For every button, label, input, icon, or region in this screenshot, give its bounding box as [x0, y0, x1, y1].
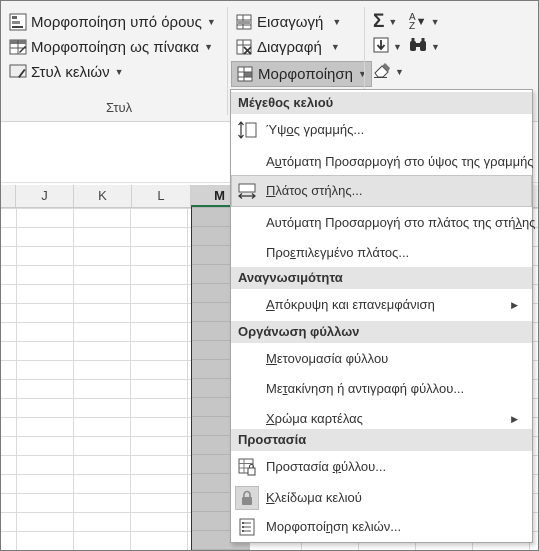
conditional-formatting-button[interactable]: Μορφοποίηση υπό όρους ▼: [9, 11, 216, 33]
chevron-down-icon: ▼: [114, 67, 124, 77]
format-as-table-label: Μορφοποίηση ως πίνακα: [31, 38, 200, 56]
chevron-down-icon: ▼: [393, 42, 402, 52]
menu-text-post: ρώμα καρτέλας: [274, 411, 363, 426]
autosum-button[interactable]: Σ ▼: [373, 11, 397, 33]
insert-button[interactable]: Εισαγωγή ▼: [235, 11, 341, 33]
row-height-icon: [237, 120, 257, 140]
menu-accelerator: Μ: [266, 351, 277, 366]
chevron-down-icon: ▼: [206, 17, 216, 27]
menu-item-column-width[interactable]: Πλάτος στήλης...: [231, 175, 532, 207]
format-as-table-icon: [9, 38, 27, 56]
delete-label: Διαγραφή: [257, 38, 322, 56]
menu-text-post: λείδωμα κελιού: [274, 490, 362, 505]
menu-text-post: ετονομασία φύλλου: [276, 351, 389, 366]
format-as-table-button[interactable]: Μορφοποίηση ως πίνακα ▼: [9, 36, 213, 58]
find-select-button[interactable]: ▼: [409, 36, 440, 58]
menu-item-autofit-row-height[interactable]: Αυτόματη Προσαρμογή στο ύψος της γραμμής: [231, 146, 534, 178]
insert-label: Εισαγωγή: [257, 13, 324, 31]
menu-header-visibility: Αναγνωσιμότητα: [231, 267, 532, 289]
menu-text-pre: Με: [266, 381, 283, 396]
menu-accelerator: Π: [266, 183, 276, 198]
cell-styles-icon: [9, 63, 27, 81]
menu-text-pre: Αυτόματη Προσαρμογή στο πλάτος της στή: [266, 215, 516, 230]
column-width-icon: [237, 181, 257, 201]
insert-cells-icon: [235, 13, 253, 31]
sort-filter-button[interactable]: AZ ▼ ▼: [409, 11, 439, 33]
menu-accelerator: υ: [274, 154, 282, 169]
column-header-l[interactable]: L: [132, 185, 191, 207]
menu-item-autofit-column-width[interactable]: Αυτόματη Προσαρμογή στο πλάτος της στήλη…: [231, 207, 535, 239]
menu-item-protect-sheet[interactable]: Προστασία φύλλου...: [231, 451, 532, 483]
excel-window: Μορφοποίηση υπό όρους ▼ Μορφοποίηση ως π…: [0, 0, 539, 551]
eraser-icon: [373, 62, 391, 82]
menu-accelerator: Κ: [266, 490, 275, 505]
menu-text-post: λάτος στήλης...: [275, 183, 363, 198]
chevron-down-icon: ▼: [431, 42, 440, 52]
fill-down-icon: [373, 37, 389, 57]
menu-item-format-cells[interactable]: Μορφοποίηση κελιών...: [231, 511, 532, 543]
styles-group-label: Στυλ: [106, 100, 133, 115]
menu-text-pre: Ύψ: [266, 122, 287, 137]
menu-accelerator: φ: [332, 459, 341, 474]
delete-cells-icon: [235, 38, 253, 56]
menu-text-post: τόματη Προσαρμογή στο ύψος της γραμμής: [281, 154, 534, 169]
menu-item-row-height[interactable]: Ύψος γραμμής...: [231, 114, 532, 146]
menu-accelerator: ο: [286, 122, 294, 137]
group-divider: [227, 7, 228, 115]
menu-header-organize-sheets: Οργάνωση φύλλων: [231, 321, 532, 343]
menu-item-hide-unhide[interactable]: Απόκρυψη και επανεμφάνιση ▶: [231, 289, 532, 321]
menu-header-cell-size: Μέγεθος κελιού: [231, 92, 532, 114]
format-cells-ribbon-icon: [236, 65, 254, 83]
chevron-down-icon: ▼: [430, 17, 440, 27]
chevron-down-icon: ▼: [388, 17, 398, 27]
chevron-down-icon: ▼: [332, 17, 342, 27]
menu-item-move-copy-sheet[interactable]: Μετακίνηση ή αντιγραφή φύλλου...: [231, 373, 532, 405]
format-dropdown-menu: Μέγεθος κελιού Ύψος γραμμής... Αυτόματη …: [230, 89, 535, 543]
menu-text-post: πιλεγμένο πλάτος...: [295, 245, 410, 260]
menu-item-default-width[interactable]: Προεπιλεγμένο πλάτος...: [231, 237, 532, 269]
sigma-icon: Σ: [373, 11, 385, 32]
menu-text-post: πόκρυψη και επανεμφάνιση: [274, 297, 435, 312]
menu-text-pre: Μορφοποί: [266, 519, 326, 534]
menu-text-post: ς γραμμής...: [293, 122, 365, 137]
menu-text-post: ακίνηση ή αντιγραφή φύλλου...: [287, 381, 465, 396]
menu-item-lock-cell[interactable]: Κλείδωμα κελιού: [231, 482, 532, 514]
chevron-down-icon: ▼: [395, 67, 404, 77]
fill-button[interactable]: ▼: [373, 36, 402, 58]
menu-text-pre: Προστασία: [266, 459, 333, 474]
lock-icon: [235, 486, 259, 510]
format-label: Μορφοποίηση: [258, 65, 353, 83]
chevron-down-icon: ▼: [330, 42, 340, 52]
chevron-down-icon: ▼: [357, 69, 367, 79]
format-cells-icon: [237, 517, 257, 537]
menu-text-post: ης: [521, 215, 536, 230]
column-header-k[interactable]: K: [74, 185, 132, 207]
menu-text-pre: Προ: [266, 245, 291, 260]
format-button[interactable]: Μορφοποίηση ▼: [231, 61, 372, 87]
chevron-down-icon: ▼: [204, 42, 214, 52]
menu-text-post: ύλλου...: [340, 459, 387, 474]
cell-styles-button[interactable]: Στυλ κελιών ▼: [9, 61, 124, 83]
menu-item-rename-sheet[interactable]: Μετονομασία φύλλου: [231, 343, 532, 375]
binoculars-icon: [409, 37, 427, 57]
delete-button[interactable]: Διαγραφή ▼: [235, 36, 340, 58]
menu-text-post: ση κελιών...: [333, 519, 402, 534]
conditional-formatting-label: Μορφοποίηση υπό όρους: [31, 13, 202, 31]
menu-text-pre: Α: [266, 154, 275, 169]
sort-filter-icon: AZ: [409, 12, 416, 32]
select-all-corner[interactable]: [1, 185, 16, 207]
menu-accelerator: Α: [266, 297, 275, 312]
protect-sheet-icon: [237, 457, 257, 477]
chevron-right-icon: ▶: [511, 300, 518, 310]
cell-styles-label: Στυλ κελιών: [31, 63, 110, 81]
menu-accelerator: η: [325, 519, 334, 534]
clear-button[interactable]: ▼: [373, 61, 404, 83]
menu-header-protection: Προστασία: [231, 429, 532, 451]
column-header-j[interactable]: J: [16, 185, 74, 207]
menu-accelerator: Χ: [266, 411, 275, 426]
conditional-formatting-icon: [9, 13, 27, 31]
